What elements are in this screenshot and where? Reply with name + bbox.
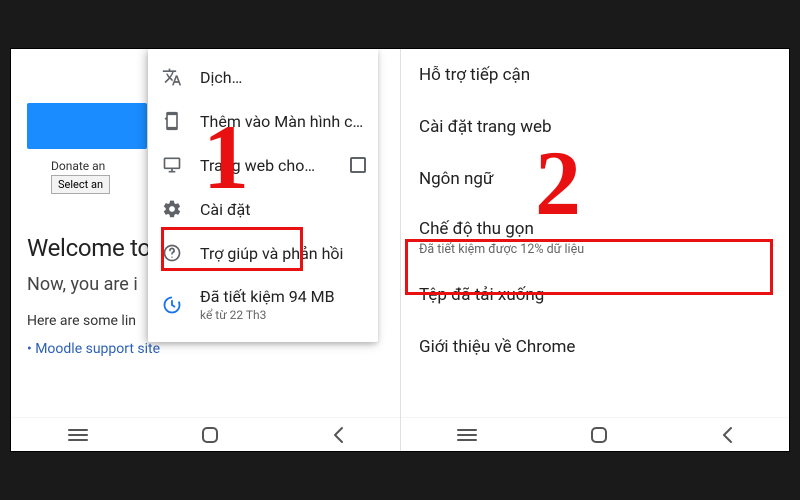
step2-pane: Hỗ trợ tiếp cận Cài đặt trang web Ngôn n… bbox=[400, 49, 789, 451]
chrome-overflow-menu: Dịch… Thêm vào Màn hình c… Trang web cho… bbox=[148, 49, 378, 342]
menu-item-translate[interactable]: Dịch… bbox=[148, 55, 378, 99]
desktop-icon bbox=[162, 155, 182, 175]
menu-item-add-to-home[interactable]: Thêm vào Màn hình c… bbox=[148, 99, 378, 143]
menu-label: Trang web cho… bbox=[200, 156, 332, 175]
settings-label: Tệp đã tải xuống bbox=[419, 285, 544, 305]
desktop-site-checkbox[interactable] bbox=[350, 157, 366, 173]
translate-icon bbox=[162, 67, 182, 87]
primary-action-button[interactable] bbox=[27, 103, 147, 149]
back-icon[interactable] bbox=[331, 426, 345, 444]
settings-item-language[interactable]: Ngôn ngữ bbox=[401, 153, 789, 205]
settings-item-about[interactable]: Giới thiệu về Chrome bbox=[401, 321, 789, 373]
home-icon[interactable] bbox=[589, 425, 609, 445]
settings-label: Ngôn ngữ bbox=[419, 169, 493, 189]
menu-label: Cài đặt bbox=[200, 200, 366, 219]
support-link[interactable]: Moodle support site bbox=[27, 341, 390, 357]
gear-icon bbox=[162, 199, 182, 219]
menu-label: Trợ giúp và phản hồi bbox=[200, 244, 366, 263]
donate-select[interactable]: Select an bbox=[51, 175, 110, 194]
menu-label: Dịch… bbox=[200, 68, 366, 87]
menu-item-help[interactable]: Trợ giúp và phản hồi bbox=[148, 231, 378, 275]
help-icon bbox=[162, 243, 182, 263]
recents-icon[interactable] bbox=[67, 428, 89, 442]
settings-label: Cài đặt trang web bbox=[419, 117, 552, 137]
tutorial-composite: Donate an Select an Welcome to Now, you … bbox=[10, 48, 790, 452]
settings-sublabel: Đã tiết kiệm được 12% dữ liệu bbox=[419, 242, 771, 257]
menu-label: Thêm vào Màn hình c… bbox=[200, 112, 366, 131]
android-nav-bar bbox=[11, 417, 400, 451]
android-nav-bar bbox=[401, 417, 789, 451]
step1-pane: Donate an Select an Welcome to Now, you … bbox=[11, 49, 400, 451]
menu-item-desktop-site[interactable]: Trang web cho… bbox=[148, 143, 378, 187]
chrome-settings-list: Hỗ trợ tiếp cận Cài đặt trang web Ngôn n… bbox=[401, 49, 789, 373]
settings-item-site-settings[interactable]: Cài đặt trang web bbox=[401, 101, 789, 153]
home-icon[interactable] bbox=[200, 425, 220, 445]
data-saver-icon bbox=[162, 295, 182, 315]
menu-item-settings[interactable]: Cài đặt bbox=[148, 187, 378, 231]
settings-item-lite-mode[interactable]: Chế độ thu gọn Đã tiết kiệm được 12% dữ … bbox=[401, 205, 789, 269]
back-icon[interactable] bbox=[720, 426, 734, 444]
menu-item-data-saved[interactable]: Đã tiết kiệm 94 MB kể từ 22 Th3 bbox=[148, 275, 378, 334]
add-to-home-icon bbox=[162, 111, 182, 131]
menu-sublabel: kể từ 22 Th3 bbox=[200, 308, 335, 322]
menu-label: Đã tiết kiệm 94 MB bbox=[200, 287, 335, 306]
settings-item-accessibility[interactable]: Hỗ trợ tiếp cận bbox=[401, 49, 789, 101]
settings-item-downloads[interactable]: Tệp đã tải xuống bbox=[401, 269, 789, 321]
settings-label: Hỗ trợ tiếp cận bbox=[419, 65, 530, 85]
settings-label: Chế độ thu gọn bbox=[419, 219, 771, 239]
settings-label: Giới thiệu về Chrome bbox=[419, 337, 575, 357]
recents-icon[interactable] bbox=[456, 428, 478, 442]
